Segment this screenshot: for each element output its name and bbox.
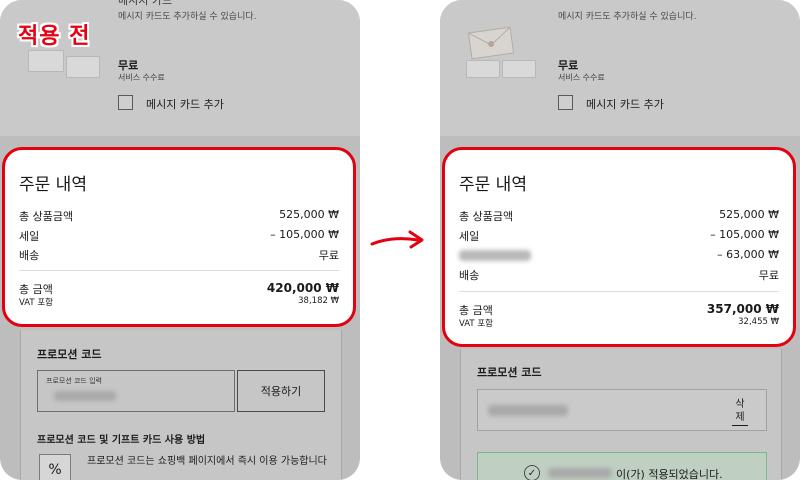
total-value: 420,000 ₩ bbox=[266, 281, 339, 295]
total-label: 총 금액 bbox=[459, 304, 493, 317]
envelope-icon bbox=[467, 26, 515, 60]
percent-icon: % bbox=[39, 454, 71, 480]
summary-row: 배송 무료 bbox=[19, 247, 339, 263]
summary-row-label: 세일 bbox=[459, 230, 480, 243]
summary-row: 배송 무료 bbox=[459, 267, 779, 283]
blurred-code bbox=[54, 391, 116, 401]
vat-label: VAT 포함 bbox=[19, 298, 53, 308]
promo-success-message: ✓ 이(가) 적용되었습니다. bbox=[477, 452, 767, 480]
message-card-desc: 메시지 카드도 추가하실 수 있습니다. bbox=[118, 12, 257, 22]
summary-row-value: 무료 bbox=[758, 269, 779, 282]
before-badge: 적용 전 bbox=[18, 24, 91, 49]
promo-code-section: 프로모션 코드 삭제 ✓ 이(가) 적용되었습니다. bbox=[460, 349, 782, 480]
promo-howto-title[interactable]: 프로모션 코드 및 기프트 카드 사용 방법 bbox=[37, 431, 205, 446]
service-fee-price: 무료 bbox=[558, 59, 579, 72]
promo-code-input[interactable]: 프로모션 코드 입력 bbox=[37, 370, 235, 412]
card-thumbnail bbox=[28, 50, 64, 72]
summary-row: 총 상품금액 525,000 ₩ bbox=[459, 208, 779, 224]
summary-row: 총 상품금액 525,000 ₩ bbox=[19, 208, 339, 224]
summary-row-value: – 105,000 ₩ bbox=[270, 228, 339, 241]
card-thumbnail bbox=[502, 60, 536, 78]
message-card-checkbox[interactable] bbox=[118, 95, 133, 110]
summary-row: 세일 – 105,000 ₩ bbox=[19, 228, 339, 244]
summary-row: – 63,000 ₩ bbox=[459, 248, 779, 264]
message-card-checkbox[interactable] bbox=[558, 95, 573, 110]
promo-howto-text: 프로모션 코드는 쇼핑백 페이지에서 즉시 이용 가능합니다 bbox=[87, 456, 327, 467]
check-circle-icon: ✓ bbox=[524, 465, 540, 480]
message-card-title: 메시지 카드 bbox=[118, 0, 173, 7]
promo-code-section: 프로모션 코드 프로모션 코드 입력 적용하기 프로모션 코드 및 기프트 카드… bbox=[20, 330, 342, 480]
before-screen: 메시지 카드 메시지 카드도 추가하실 수 있습니다. 무료 서비스 수수료 메… bbox=[0, 0, 360, 480]
order-summary-box: 주문 내역 총 상품금액 525,000 ₩ 세일 – 105,000 ₩ 배송… bbox=[2, 147, 356, 327]
summary-row-value: – 63,000 ₩ bbox=[717, 248, 779, 261]
success-text: 이(가) 적용되었습니다. bbox=[616, 468, 723, 480]
service-fee-label: 서비스 수수료 bbox=[558, 73, 605, 82]
promo-code-placeholder: 프로모션 코드 입력 bbox=[46, 377, 102, 385]
message-card-section: 메시지 카드도 추가하실 수 있습니다. 무료 서비스 수수료 메시지 카드 추… bbox=[440, 0, 800, 136]
arrow-right-icon bbox=[370, 230, 424, 249]
summary-row-label: 배송 bbox=[19, 249, 40, 262]
summary-row-value: 525,000 ₩ bbox=[719, 208, 779, 221]
order-summary-title: 주문 내역 bbox=[19, 175, 87, 195]
card-thumbnail bbox=[66, 56, 100, 78]
blurred-promo-label bbox=[459, 250, 531, 261]
summary-row-label: 총 상품금액 bbox=[19, 210, 74, 223]
delete-code-button[interactable]: 삭제 bbox=[732, 398, 748, 426]
summary-row-label: 세일 bbox=[19, 230, 40, 243]
order-summary-box: 주문 내역 총 상품금액 525,000 ₩ 세일 – 105,000 ₩ – … bbox=[442, 147, 796, 347]
blurred-code bbox=[548, 468, 612, 478]
summary-row: 세일 – 105,000 ₩ bbox=[459, 228, 779, 244]
applied-promo-code: 삭제 bbox=[477, 389, 767, 431]
service-fee-price: 무료 bbox=[118, 59, 139, 72]
vat-row: VAT 포함 38,182 ₩ bbox=[19, 296, 339, 308]
order-summary-title: 주문 내역 bbox=[459, 175, 527, 195]
summary-row-value: 무료 bbox=[318, 249, 339, 262]
total-row: 총 금액 420,000 ₩ bbox=[19, 281, 339, 297]
apply-button[interactable]: 적용하기 bbox=[237, 370, 325, 412]
summary-divider bbox=[19, 270, 339, 271]
promo-code-title: 프로모션 코드 bbox=[477, 366, 542, 379]
summary-divider bbox=[459, 291, 779, 292]
card-thumbnail bbox=[466, 60, 500, 78]
total-value: 357,000 ₩ bbox=[706, 302, 779, 316]
after-screen: 메시지 카드도 추가하실 수 있습니다. 무료 서비스 수수료 메시지 카드 추… bbox=[440, 0, 800, 480]
vat-value: 38,182 ₩ bbox=[298, 296, 339, 306]
blurred-code bbox=[488, 405, 568, 416]
message-card-checkbox-label[interactable]: 메시지 카드 추가 bbox=[146, 96, 224, 112]
promo-code-title: 프로모션 코드 bbox=[37, 348, 102, 361]
summary-row-label: 총 상품금액 bbox=[459, 210, 514, 223]
message-card-checkbox-label[interactable]: 메시지 카드 추가 bbox=[586, 96, 664, 112]
summary-row-label: 배송 bbox=[459, 269, 480, 282]
message-card-desc: 메시지 카드도 추가하실 수 있습니다. bbox=[558, 12, 697, 22]
service-fee-label: 서비스 수수료 bbox=[118, 73, 165, 82]
total-row: 총 금액 357,000 ₩ bbox=[459, 302, 779, 318]
vat-label: VAT 포함 bbox=[459, 319, 493, 329]
total-label: 총 금액 bbox=[19, 283, 53, 296]
vat-value: 32,455 ₩ bbox=[738, 317, 779, 327]
summary-row-value: – 105,000 ₩ bbox=[710, 228, 779, 241]
summary-row-value: 525,000 ₩ bbox=[279, 208, 339, 221]
vat-row: VAT 포함 32,455 ₩ bbox=[459, 317, 779, 329]
